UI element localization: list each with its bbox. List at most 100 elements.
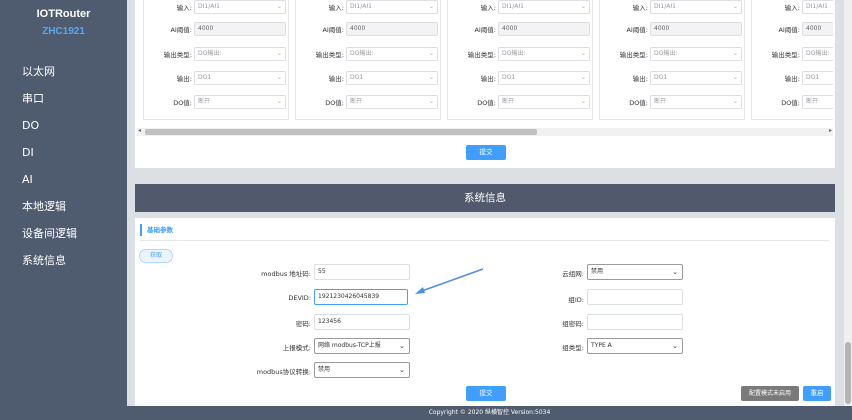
- input-select-value: DI1/AI1: [806, 3, 828, 10]
- threshold-row: AI阈值: 4000: [144, 22, 290, 36]
- output-select[interactable]: DO1 ⌄: [650, 71, 742, 85]
- sidebar-item-ethernet[interactable]: 以太网: [0, 58, 127, 85]
- group-type-select[interactable]: TYPE A ⌄: [587, 338, 683, 354]
- input-select[interactable]: DI1/AI1⌄: [498, 0, 590, 14]
- input-label: 输入:: [328, 4, 344, 12]
- get-button[interactable]: 获取: [139, 249, 173, 263]
- chevron-down-icon: ⌄: [276, 74, 282, 81]
- sidebar-item-system-info[interactable]: 系统信息: [0, 247, 127, 274]
- cloud-network-label: 云组网:: [562, 270, 584, 278]
- system-info-header: 系统信息: [135, 184, 835, 212]
- output-type-select[interactable]: DO输出:⌄: [346, 47, 438, 61]
- report-mode-value: 网络 modbus-TCP上报: [318, 342, 381, 349]
- output-select[interactable]: DO1⌄: [498, 71, 590, 85]
- scroll-right-icon[interactable]: ▸: [829, 127, 832, 134]
- sidebar: IOTRouter ZHC1921 以太网 串口 DO DI AI 本地逻辑 设…: [0, 0, 127, 420]
- output-label: 输出:: [480, 75, 496, 83]
- sidebar-item-device-logic[interactable]: 设备间逻辑: [0, 220, 127, 247]
- output-type-select[interactable]: DO输出:⌄: [498, 47, 590, 61]
- report-mode-select[interactable]: 网络 modbus-TCP上报 ⌄: [314, 338, 410, 354]
- do-label: DO值:: [325, 99, 344, 107]
- input-select[interactable]: DI1/AI1⌄: [650, 0, 742, 14]
- sidebar-item-serial[interactable]: 串口: [0, 85, 127, 112]
- input-select[interactable]: DI1/AI1⌄: [194, 0, 286, 14]
- threshold-input[interactable]: 4000: [802, 22, 833, 36]
- scroll-left-icon[interactable]: ◂: [138, 127, 141, 134]
- threshold-label: AI阈值:: [626, 26, 648, 34]
- group-type-value: TYPE A: [591, 342, 612, 349]
- vertical-scrollbar[interactable]: [844, 0, 852, 406]
- logic-submit-button[interactable]: 提交: [466, 145, 506, 160]
- output-select[interactable]: DO1 ⌄: [194, 71, 286, 85]
- sidebar-item-local-logic[interactable]: 本地逻辑: [0, 193, 127, 220]
- logic-card: 输入: DI1/AI1 ⌄ AI阈值: 4000 输出类型: DO输出: ⌄ 输出:…: [295, 0, 441, 120]
- do-select[interactable]: 断开⌄: [194, 95, 286, 109]
- logic-card: 输入: DI1/AI1 ⌄ AI阈值: 4000 输出类型: DO输出: ⌄ 输出:…: [143, 0, 289, 120]
- output-label: 输出:: [784, 75, 800, 83]
- brand-subtitle: ZHC1921: [42, 26, 85, 37]
- main-content: 输入: DI1/AI1 ⌄ AI阈值: 4000 输出类型: DO输出: ⌄ 输出:…: [127, 0, 852, 406]
- cloud-network-select[interactable]: 禁用 ⌄: [587, 264, 683, 280]
- modbus-addr-label: modbus 地址码:: [261, 270, 311, 278]
- output-label: 输出:: [328, 75, 344, 83]
- chevron-down-icon: ⌄: [732, 74, 738, 81]
- output-select-value: DO1: [654, 74, 668, 81]
- do-select[interactable]: 断开⌄: [498, 95, 590, 109]
- input-select[interactable]: DI1/AI1⌄: [802, 0, 833, 14]
- threshold-input[interactable]: 4000: [194, 22, 286, 36]
- output-row: 输出: DO1 ⌄: [296, 71, 442, 85]
- config-mode-button[interactable]: 配置模式未启用: [741, 386, 799, 401]
- system-submit-button[interactable]: 提交: [466, 386, 506, 401]
- group-id-input[interactable]: [587, 289, 683, 305]
- group-password-input[interactable]: [587, 314, 683, 330]
- threshold-label: AI阈值:: [170, 26, 192, 34]
- do-select[interactable]: 断开⌄: [802, 95, 833, 109]
- chevron-down-icon: ⌄: [276, 3, 282, 10]
- password-input[interactable]: 123456: [314, 314, 410, 330]
- do-select-value: 断开: [502, 98, 515, 105]
- output-select[interactable]: DO1⌄: [346, 71, 438, 85]
- logic-panel: 输入: DI1/AI1 ⌄ AI阈值: 4000 输出类型: DO输出: ⌄ 输出:…: [135, 0, 835, 168]
- input-row: 输入: DI1/AI1⌄: [144, 0, 290, 14]
- chevron-down-icon: ⌄: [580, 3, 586, 10]
- do-select[interactable]: 断开⌄: [650, 95, 742, 109]
- sidebar-item-do[interactable]: DO: [0, 112, 127, 139]
- do-row: DO值: 断开 ⌄: [144, 95, 290, 109]
- chevron-down-icon: ⌄: [580, 50, 586, 57]
- input-label: 输入:: [480, 4, 496, 12]
- output-select-value: DO1: [502, 74, 516, 81]
- chevron-down-icon: ⌄: [428, 3, 434, 10]
- output-type-select[interactable]: DO输出:⌄: [650, 47, 742, 61]
- do-label: DO值:: [629, 99, 648, 107]
- chevron-down-icon: ⌄: [732, 3, 738, 10]
- basic-params-title: 基础参数: [140, 224, 173, 236]
- chevron-down-icon: ⌄: [428, 98, 434, 105]
- modbus-addr-input[interactable]: 55: [314, 264, 410, 280]
- threshold-input[interactable]: 4000: [498, 22, 590, 36]
- input-row: 输入: DI1/AI1⌄: [600, 0, 746, 14]
- output-type-select[interactable]: DO输出:⌄: [194, 47, 286, 61]
- threshold-input[interactable]: 4000: [650, 22, 742, 36]
- brand: IOTRouter ZHC1921: [0, 0, 127, 46]
- input-select-value: DI1/AI1: [350, 3, 372, 10]
- output-select[interactable]: DO1⌄: [802, 71, 833, 85]
- input-label: 输入:: [632, 4, 648, 12]
- input-row: 输入: DI1/AI1 ⌄: [296, 0, 442, 14]
- threshold-input[interactable]: 4000: [346, 22, 438, 36]
- horizontal-scrollbar[interactable]: ◂ ▸: [137, 127, 833, 136]
- input-select[interactable]: DI1/AI1 ⌄: [346, 0, 438, 14]
- sidebar-item-di[interactable]: DI: [0, 139, 127, 166]
- input-row: 输入: DI1/AI1⌄: [752, 0, 833, 14]
- protocol-select[interactable]: 禁用 ⌄: [314, 362, 410, 378]
- horizontal-scroll-thumb[interactable]: [145, 129, 537, 135]
- sidebar-item-ai[interactable]: AI: [0, 166, 127, 193]
- restart-button[interactable]: 重启: [803, 386, 831, 401]
- vertical-scroll-thumb[interactable]: [845, 342, 851, 404]
- output-select-value: DO1: [198, 74, 212, 81]
- devid-input[interactable]: 19212304260458​39: [314, 289, 408, 305]
- output-type-label: 输出类型:: [315, 51, 344, 59]
- do-select[interactable]: 断开⌄: [346, 95, 438, 109]
- divider: [140, 240, 830, 241]
- do-label: DO值:: [477, 99, 496, 107]
- output-type-select[interactable]: DO输出:⌄: [802, 47, 833, 61]
